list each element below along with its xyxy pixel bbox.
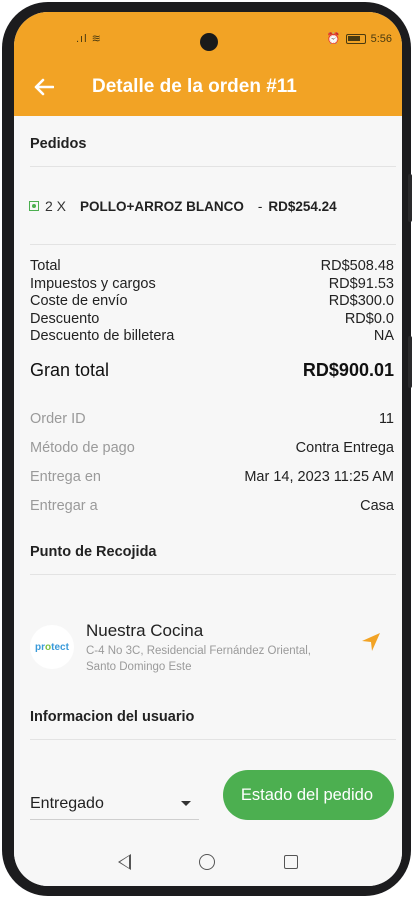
volume-button [408,174,412,222]
user-info-section-title: Informacion del usuario [30,709,195,725]
nav-back-icon[interactable] [118,854,132,870]
order-meta: Order ID 11 Método de pago Contra Entreg… [30,405,394,521]
divider [30,574,396,575]
summary-taxes-row: Impuestos y cargos RD$91.53 [30,276,394,294]
discount-label: Descuento [30,310,100,327]
shipping-label: Coste de envío [30,293,128,309]
payment-method-label: Método de pago [30,440,135,456]
delivery-date-label: Entrega en [30,469,101,485]
wallet-discount-value: NA [373,328,394,344]
deliver-to-value: Casa [360,498,394,514]
nav-home-icon[interactable] [199,854,216,870]
status-bar: .ıl ≋ ⏰ 5:56 [14,26,402,51]
power-button [408,336,412,388]
summary-wallet-row: Descuento de billetera NA [30,328,394,346]
payment-method-value: Contra Entrega [295,440,394,456]
status-time: 5:56 [370,32,392,45]
system-nav-bar [14,838,402,886]
store-name: Nuestra Cocina [86,621,204,640]
grand-total-label: Gran total [30,360,110,380]
navigation-arrow-icon[interactable] [356,627,386,657]
order-status-button[interactable]: Estado del pedido [222,770,394,820]
pickup-section-title: Punto de Recojida [30,544,157,560]
taxes-value: RD$91.53 [328,275,394,292]
status-dropdown[interactable]: Entregado [30,788,199,820]
wallet-discount-label: Descuento de billetera [30,328,175,344]
status-icons: ⏰ 5:56 [326,32,392,46]
total-value: RD$508.48 [320,258,394,274]
order-id-row: Order ID 11 [30,405,394,434]
order-id-value: 11 [378,411,394,427]
top-bar: .ıl ≋ ⏰ 5:56 Detalle de la orden #11 [14,12,402,116]
front-camera [200,33,218,51]
signal-wifi-icon: .ıl ≋ [76,33,102,45]
store-logo: pr o tect [30,625,74,669]
app-bar: Detalle de la orden #11 [14,67,402,107]
item-price: RD$254.24 [268,198,337,214]
payment-method-row: Método de pago Contra Entrega [30,434,394,463]
status-row: Entregado Estado del pedido [30,768,394,822]
summary-total-row: Total RD$508.48 [30,258,394,276]
grand-total-row: Gran total RD$900.01 [30,360,394,381]
logo-text: tect [51,641,69,653]
logo-text: pr [35,641,46,653]
summary-shipping-row: Coste de envío RD$300.0 [30,293,394,311]
battery-icon [345,33,366,44]
total-label: Total [30,258,61,274]
nav-recents-icon[interactable] [283,855,298,869]
deliver-to-row: Entregar a Casa [30,492,394,521]
phone-frame: .ıl ≋ ⏰ 5:56 Detalle de la orden #11 Ped… [2,2,412,896]
taxes-label: Impuestos y cargos [30,275,156,292]
divider [30,166,396,167]
back-arrow-icon[interactable] [22,67,66,107]
order-summary: Total RD$508.48 Impuestos y cargos RD$91… [30,258,394,346]
item-name: POLLO+ARROZ BLANCO [80,198,244,214]
delivery-date-value: Mar 14, 2023 11:25 AM [244,469,394,485]
pickup-info: Nuestra Cocina C-4 No 3C, Residencial Fe… [86,621,356,675]
order-item: 2 X POLLO+ARROZ BLANCO - RD$254.24 [29,198,337,214]
summary-discount-row: Descuento RD$0.0 [30,311,394,329]
item-quantity: 2 X [45,198,67,214]
veg-indicator-icon [29,201,39,211]
delivery-date-row: Entrega en Mar 14, 2023 11:25 AM [30,463,394,492]
grand-total-value: RD$900.01 [302,360,394,380]
status-dropdown-value: Entregado [30,794,104,812]
alarm-icon: ⏰ [326,33,341,45]
divider [30,244,396,245]
divider [30,739,396,740]
store-address: C-4 No 3C, Residencial Fernández Orienta… [86,645,311,673]
pickup-point[interactable]: pr o tect Nuestra Cocina C-4 No 3C, Reside… [30,621,394,685]
deliver-to-label: Entregar a [30,498,98,514]
screen: .ıl ≋ ⏰ 5:56 Detalle de la orden #11 Ped… [14,12,402,886]
shipping-value: RD$300.0 [328,293,394,309]
discount-value: RD$0.0 [344,310,394,327]
order-id-label: Order ID [30,411,86,427]
orders-section-title: Pedidos [30,136,87,152]
item-separator: - [257,198,263,214]
chevron-down-icon [180,801,191,806]
page-title: Detalle de la orden #11 [92,76,297,97]
